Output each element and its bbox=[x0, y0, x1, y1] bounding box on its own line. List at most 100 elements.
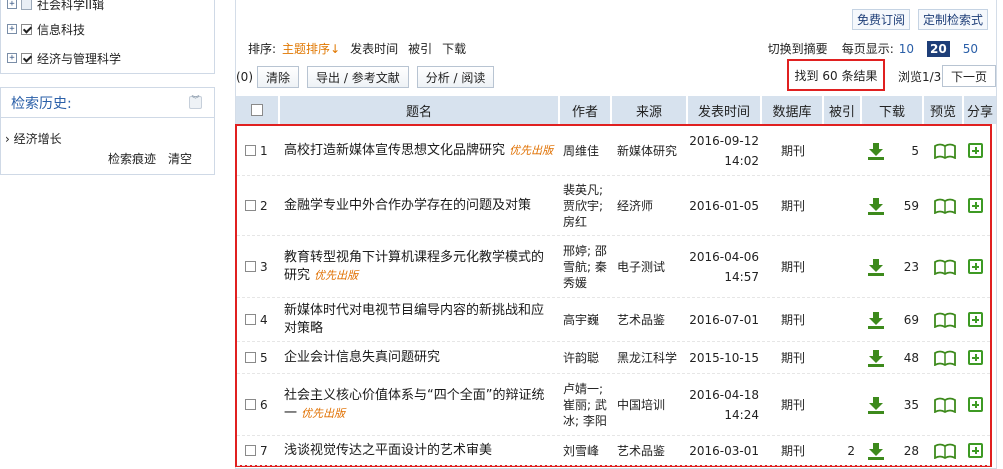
author-link[interactable]: 裴英凡; 贾欣宇; 房红 bbox=[563, 182, 611, 230]
row-checkbox[interactable] bbox=[245, 314, 256, 325]
select-all-checkbox[interactable] bbox=[251, 104, 263, 116]
left-sidebar: + 社会科学II辑 + 信息科技 + 经济与管理科学 检索历史: ︾ › 经济增… bbox=[0, 0, 215, 469]
source-link[interactable]: 经济师 bbox=[617, 197, 653, 214]
table-row: 6 社会主义核心价值体系与“四个全面”的辩证统一 优先出版 卢婧一; 崔丽; 武… bbox=[237, 374, 990, 436]
header-download[interactable]: 下载 bbox=[862, 96, 924, 124]
source-link[interactable]: 电子测试 bbox=[617, 258, 665, 275]
author-link[interactable]: 卢婧一; 崔丽; 武冰; 李阳 bbox=[563, 381, 611, 429]
header-database[interactable]: 数据库 bbox=[762, 96, 824, 124]
header-time[interactable]: 发表时间 bbox=[688, 96, 762, 124]
row-checkbox[interactable] bbox=[245, 352, 256, 363]
export-button[interactable]: 导出 / 参考文献 bbox=[307, 66, 409, 88]
book-preview-icon[interactable] bbox=[933, 259, 957, 275]
book-preview-icon[interactable] bbox=[933, 443, 957, 459]
table-row: 1 高校打造新媒体宣传思想文化品牌研究 优先出版 周维佳 新媒体研究 2016-… bbox=[237, 126, 990, 176]
add-share-icon[interactable] bbox=[968, 443, 983, 458]
author-link[interactable]: 许韵聪 bbox=[563, 350, 599, 366]
download-icon[interactable] bbox=[867, 258, 885, 276]
row-checkbox[interactable] bbox=[245, 200, 256, 211]
category-checkbox[interactable] bbox=[21, 23, 32, 35]
header-share: 分享 bbox=[966, 104, 993, 120]
title-link[interactable]: 金融学专业中外合作办学存在的问题及对策 bbox=[284, 198, 531, 213]
clear-button[interactable]: 清除 bbox=[257, 66, 300, 88]
source-link[interactable]: 黑龙江科学 bbox=[617, 349, 677, 366]
book-preview-icon[interactable] bbox=[933, 143, 957, 159]
sort-time-link[interactable]: 发表时间 bbox=[350, 40, 398, 57]
source-link[interactable]: 中国培训 bbox=[617, 396, 665, 413]
search-trace-link[interactable]: 检索痕迹 bbox=[108, 150, 156, 167]
custom-search-button[interactable]: 定制检索式 bbox=[917, 9, 988, 30]
header-author[interactable]: 作者 bbox=[560, 96, 612, 124]
download-icon[interactable] bbox=[867, 197, 885, 215]
next-page-button[interactable]: 下一页 bbox=[942, 65, 996, 87]
download-icon[interactable] bbox=[867, 142, 885, 160]
header-source[interactable]: 来源 bbox=[612, 96, 688, 124]
title-link[interactable]: 新媒体时代对电视节目编导内容的新挑战和应对策略 bbox=[284, 303, 544, 336]
row-select: 1 bbox=[245, 126, 281, 175]
analyze-button[interactable]: 分析 / 阅读 bbox=[416, 66, 495, 88]
author-link[interactable]: 周维佳 bbox=[563, 143, 599, 159]
book-preview-icon[interactable] bbox=[933, 350, 957, 366]
selected-count: (0) bbox=[236, 70, 253, 84]
add-share-icon[interactable] bbox=[968, 312, 983, 327]
sort-download-link[interactable]: 下载 bbox=[442, 40, 466, 57]
expand-icon[interactable]: + bbox=[7, 53, 17, 63]
add-share-icon[interactable] bbox=[968, 397, 983, 412]
download-count: 35 bbox=[903, 397, 919, 412]
history-item[interactable]: › 经济增长 bbox=[5, 130, 62, 147]
row-checkbox[interactable] bbox=[245, 261, 256, 272]
author-link[interactable]: 高宇巍 bbox=[563, 312, 599, 328]
category-item-info-tech[interactable]: + 信息科技 bbox=[7, 21, 85, 37]
title-link[interactable]: 浅谈视觉传达之平面设计的艺术审美 bbox=[284, 443, 492, 458]
download-icon[interactable] bbox=[867, 442, 885, 460]
expand-icon[interactable]: + bbox=[7, 0, 17, 9]
book-preview-icon[interactable] bbox=[933, 397, 957, 413]
sort-cited-link[interactable]: 被引 bbox=[408, 40, 432, 57]
clear-history-link[interactable]: 清空 bbox=[168, 150, 192, 167]
cited-count[interactable]: 2 bbox=[847, 444, 855, 458]
category-checkbox[interactable] bbox=[21, 0, 32, 10]
database-label: 期刊 bbox=[780, 260, 805, 274]
header-title[interactable]: 题名 bbox=[280, 96, 560, 124]
row-checkbox[interactable] bbox=[245, 399, 256, 410]
book-preview-icon[interactable] bbox=[933, 312, 957, 328]
download-icon[interactable] bbox=[867, 396, 885, 414]
download-icon[interactable] bbox=[867, 311, 885, 329]
download-icon[interactable] bbox=[867, 349, 885, 367]
row-checkbox[interactable] bbox=[245, 145, 256, 156]
category-item-economics[interactable]: + 经济与管理科学 bbox=[7, 50, 121, 66]
source-link[interactable]: 艺术品鉴 bbox=[617, 442, 665, 459]
title-cell: 教育转型视角下计算机课程多元化教学模式的研究 优先出版 bbox=[284, 236, 556, 297]
add-share-icon[interactable] bbox=[968, 198, 983, 213]
source-link[interactable]: 艺术品鉴 bbox=[617, 311, 665, 328]
expand-icon[interactable]: + bbox=[7, 24, 17, 34]
add-share-icon[interactable] bbox=[968, 350, 983, 365]
publish-time: 2016-04-06 14:57 bbox=[689, 249, 759, 284]
add-share-icon[interactable] bbox=[968, 143, 983, 158]
per-page-10[interactable]: 10 bbox=[896, 42, 917, 56]
row-number: 5 bbox=[260, 350, 268, 365]
row-select: 5 bbox=[245, 342, 281, 373]
download-count: 59 bbox=[903, 198, 919, 213]
result-count: 找到 60 条结果 bbox=[787, 59, 885, 91]
download-count-cell: 23 bbox=[887, 236, 923, 297]
author-link[interactable]: 邢婷; 邵雪航; 秦秀媛 bbox=[563, 243, 611, 291]
source-link[interactable]: 新媒体研究 bbox=[617, 142, 677, 159]
add-share-icon[interactable] bbox=[968, 259, 983, 274]
sort-topic-link[interactable]: 主题排序↓ bbox=[282, 40, 340, 57]
title-link[interactable]: 企业会计信息失真问题研究 bbox=[284, 350, 440, 365]
author-link[interactable]: 刘雪峰 bbox=[563, 443, 599, 459]
book-preview-icon[interactable] bbox=[933, 198, 957, 214]
free-subscribe-button[interactable]: 免费订阅 bbox=[851, 9, 910, 30]
per-page-50[interactable]: 50 bbox=[960, 42, 981, 56]
collapse-icon[interactable]: ︾ bbox=[189, 96, 202, 109]
title-link[interactable]: 高校打造新媒体宣传思想文化品牌研究 bbox=[284, 143, 505, 158]
category-checkbox[interactable] bbox=[21, 52, 32, 64]
switch-abstract-link[interactable]: 切换到摘要 bbox=[768, 40, 828, 57]
category-item-social-science-2[interactable]: + 社会科学II辑 bbox=[7, 0, 104, 12]
header-cited[interactable]: 被引 bbox=[824, 96, 862, 124]
publish-time: 2016-09-12 14:02 bbox=[689, 133, 759, 168]
per-page-20[interactable]: 20 bbox=[927, 40, 950, 57]
download-count: 28 bbox=[903, 443, 919, 458]
row-checkbox[interactable] bbox=[245, 445, 256, 456]
